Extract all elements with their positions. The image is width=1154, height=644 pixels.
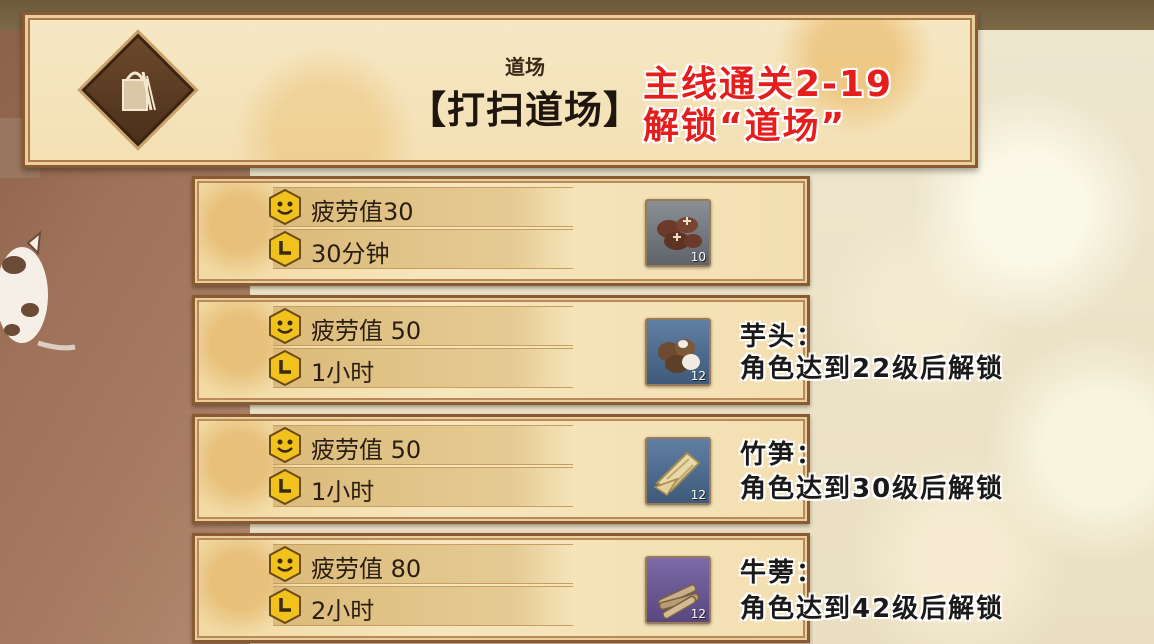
fatigue-smiley-icon <box>269 189 301 225</box>
task-row[interactable]: 疲劳值 50 1小时 12 <box>192 295 810 405</box>
header-main-title: 【打扫道场】 <box>407 88 642 132</box>
fatigue-smiley-icon <box>269 308 301 344</box>
item-count: 12 <box>690 369 706 383</box>
time-row: 1小时 <box>269 467 573 507</box>
clock-icon <box>269 350 301 386</box>
fatigue-label: 疲劳值30 <box>311 198 414 226</box>
time-label: 30分钟 <box>311 240 390 268</box>
time-row: 2小时 <box>269 586 573 626</box>
item-count: 12 <box>690 607 706 621</box>
header-banner: 道场 【打扫道场】 主线通关2-19 解锁“道场” <box>22 12 978 168</box>
task-row[interactable]: 疲劳值 80 2小时 12 <box>192 533 810 643</box>
reward-item-slot[interactable]: 12 <box>645 318 711 386</box>
reward-item-slot[interactable]: 12 <box>645 437 711 505</box>
fatigue-label: 疲劳值 50 <box>311 317 422 345</box>
item-count: 10 <box>690 250 706 264</box>
unlock-title: 竹笋： <box>740 440 825 470</box>
fatigue-row: 疲劳值 80 <box>269 544 573 584</box>
reward-item-slot[interactable]: 12 <box>645 556 711 624</box>
reward-item-slot[interactable]: 10 <box>645 199 711 267</box>
clock-icon <box>269 231 301 267</box>
unlock-note-line2: 解锁“道场” <box>643 106 847 147</box>
time-row: 30分钟 <box>269 229 573 269</box>
fatigue-row: 疲劳值 50 <box>269 306 573 346</box>
clock-icon <box>269 588 301 624</box>
bucket-icon <box>113 65 161 115</box>
fatigue-label: 疲劳值 50 <box>311 436 422 464</box>
item-count: 12 <box>690 488 706 502</box>
time-label: 1小时 <box>311 359 375 387</box>
fatigue-row: 疲劳值 50 <box>269 425 573 465</box>
clock-icon <box>269 469 301 505</box>
header-small-title: 道场 <box>505 55 545 79</box>
unlock-requirement: 角色达到42级后解锁 <box>740 594 1005 624</box>
time-label: 2小时 <box>311 597 375 625</box>
fatigue-label: 疲劳值 80 <box>311 555 422 583</box>
fatigue-row: 疲劳值30 <box>269 187 573 227</box>
task-row[interactable]: 疲劳值30 30分钟 10 <box>192 176 810 286</box>
fatigue-smiley-icon <box>269 546 301 582</box>
time-row: 1小时 <box>269 348 573 388</box>
unlock-requirement: 角色达到22级后解锁 <box>740 354 1005 384</box>
unlock-requirement: 角色达到30级后解锁 <box>740 474 1005 504</box>
cat-character <box>0 230 76 351</box>
task-row[interactable]: 疲劳值 50 1小时 12 <box>192 414 810 524</box>
time-label: 1小时 <box>311 478 375 506</box>
unlock-title: 牛蒡： <box>740 558 825 588</box>
fatigue-smiley-icon <box>269 427 301 463</box>
